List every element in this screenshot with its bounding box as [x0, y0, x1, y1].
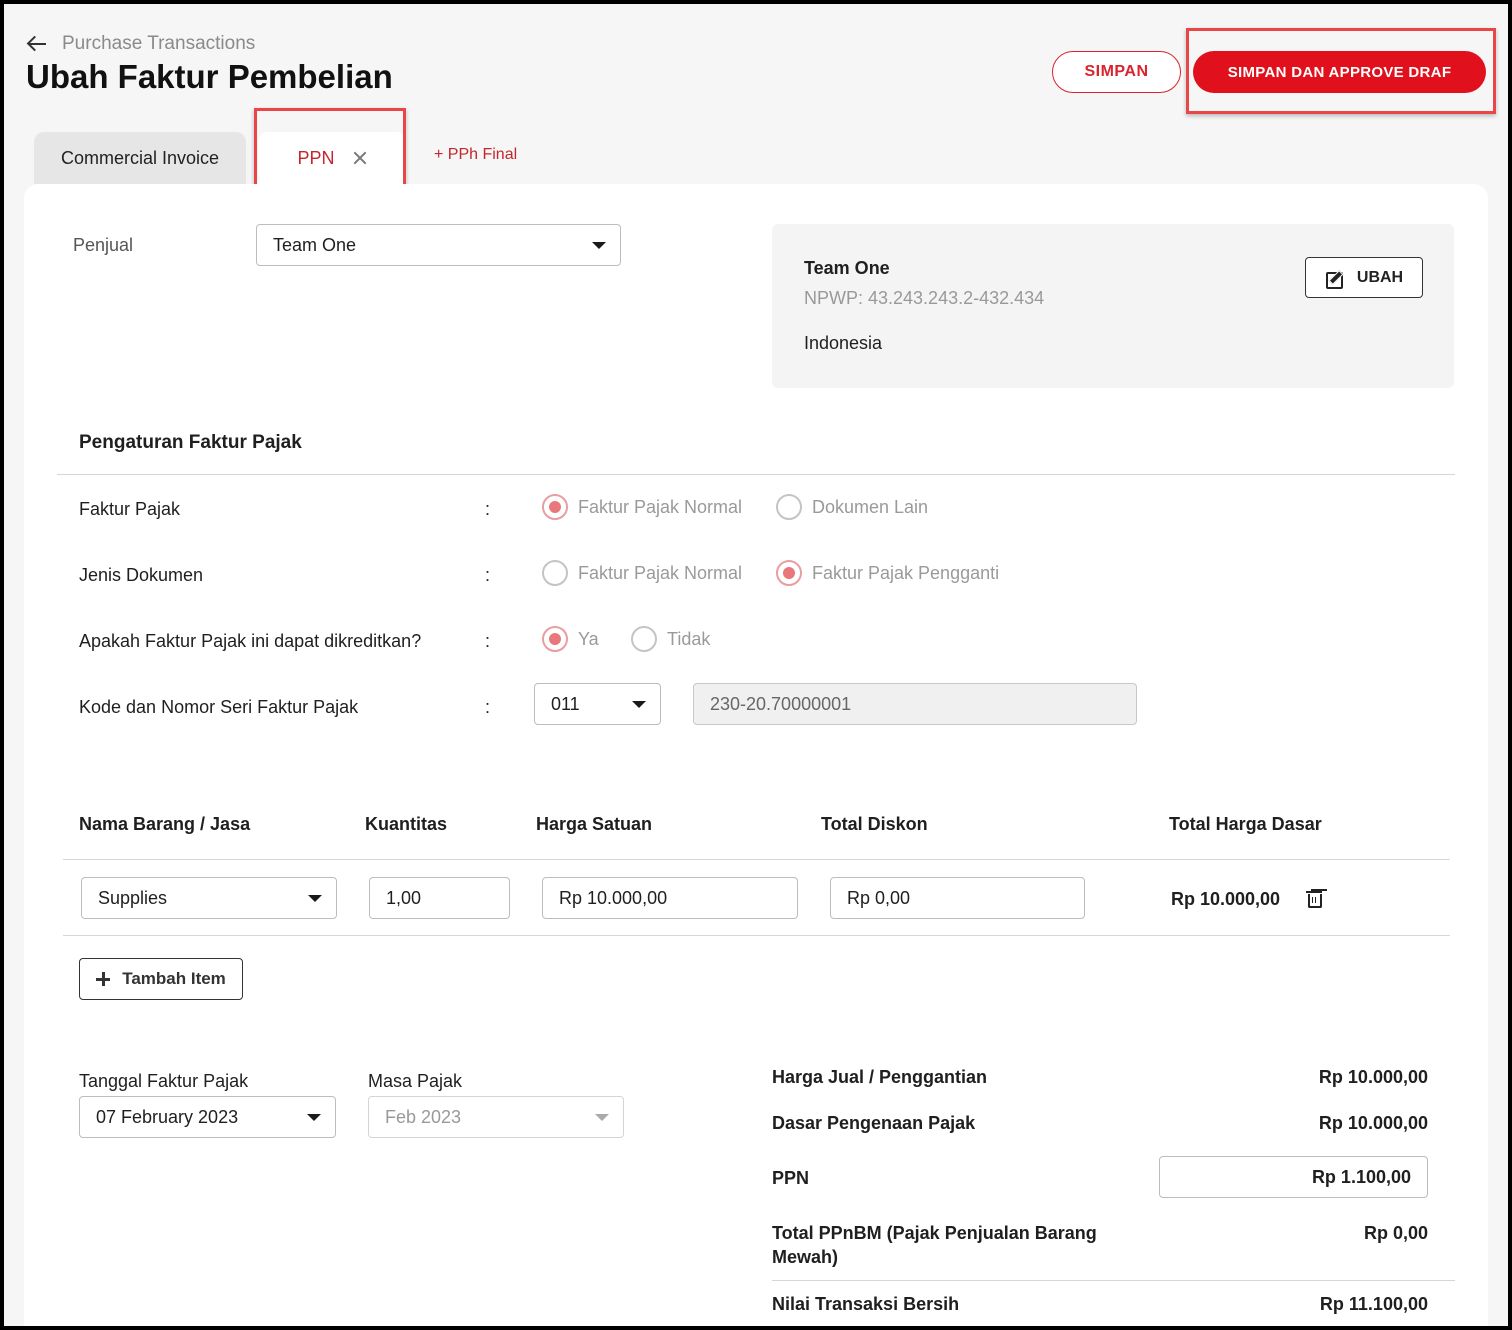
tab-commercial-invoice[interactable]: Commercial Invoice	[34, 132, 246, 184]
tanggal-select[interactable]: 07 February 2023	[79, 1096, 336, 1138]
harga-jual-value: Rp 10.000,00	[1318, 1067, 1428, 1087]
radio-label: Faktur Pajak Pengganti	[812, 562, 1000, 583]
discount-input[interactable]: Rp 0,00	[830, 877, 1085, 919]
harga-jual-label: Harga Jual / Penggantian	[772, 1067, 988, 1087]
dikreditkan-label: Apakah Faktur Pajak ini dapat dikreditka…	[79, 631, 422, 651]
radio-jenis-normal[interactable]: Faktur Pajak Normal	[542, 560, 742, 586]
unit-price-input[interactable]: Rp 10.000,00	[542, 877, 798, 919]
net-label: Nilai Transaksi Bersih	[772, 1294, 960, 1314]
faktur-pajak-label: Faktur Pajak	[79, 499, 181, 519]
section-divider	[57, 474, 1455, 475]
radio-jenis-pengganti[interactable]: Faktur Pajak Pengganti	[776, 560, 999, 586]
add-item-button[interactable]: Tambah Item	[79, 958, 243, 1000]
colon: :	[485, 499, 491, 519]
radio-unselected-icon	[631, 626, 657, 652]
add-item-label: Tambah Item	[122, 969, 226, 988]
seller-select-value: Team One	[273, 234, 357, 255]
radio-unselected-icon	[542, 560, 568, 586]
radio-label: Faktur Pajak Normal	[578, 496, 743, 517]
kode-select[interactable]: 011	[534, 683, 661, 725]
net-value: Rp 11.100,00	[1319, 1294, 1428, 1314]
column-header-unit-price: Harga Satuan	[536, 814, 653, 834]
column-header-total: Total Harga Dasar	[1169, 814, 1322, 834]
chevron-down-icon	[308, 895, 322, 902]
jenis-dokumen-label: Jenis Dokumen	[79, 565, 204, 585]
serial-number-field: 230-20.70000001	[693, 683, 1137, 725]
item-name-value: Supplies	[98, 887, 168, 908]
page-title: Ubah Faktur Pembelian	[26, 58, 393, 95]
masa-value: Feb 2023	[385, 1106, 462, 1127]
item-name-select[interactable]: Supplies	[81, 877, 337, 919]
kode-select-value: 011	[551, 693, 580, 714]
ppnbm-label-line-2: Mewah)	[772, 1247, 839, 1267]
radio-label: Faktur Pajak Normal	[578, 562, 743, 583]
trash-icon[interactable]	[1306, 890, 1322, 908]
ppnbm-value: Rp 0,00	[1363, 1223, 1428, 1243]
kode-nomor-label: Kode dan Nomor Seri Faktur Pajak	[79, 697, 359, 717]
radio-selected-icon	[542, 494, 568, 520]
radio-dokumen-lain[interactable]: Dokumen Lain	[776, 494, 928, 520]
tax-settings-title: Pengaturan Faktur Pajak	[79, 432, 302, 453]
radio-label: Dokumen Lain	[812, 496, 929, 517]
radio-unselected-icon	[776, 494, 802, 520]
colon: :	[485, 697, 491, 717]
ppn-label: PPN	[772, 1168, 810, 1188]
seller-name: Team One	[804, 258, 890, 278]
radio-label: Ya	[578, 628, 599, 649]
chevron-down-icon	[632, 701, 646, 708]
column-header-name: Nama Barang / Jasa	[79, 814, 251, 834]
save-approve-button[interactable]: SIMPAN DAN APPROVE DRAF	[1193, 51, 1486, 93]
colon: :	[485, 565, 491, 585]
table-row-divider	[63, 935, 1450, 936]
quantity-input[interactable]: 1,00	[369, 877, 510, 919]
app-window: Purchase Transactions Ubah Faktur Pembel…	[4, 4, 1508, 1326]
breadcrumb-link[interactable]: Purchase Transactions	[62, 33, 255, 55]
seller-select[interactable]: Team One	[256, 224, 621, 266]
radio-label: Tidak	[667, 628, 711, 649]
radio-selected-icon	[776, 560, 802, 586]
radio-selected-icon	[542, 626, 568, 652]
radio-tidak[interactable]: Tidak	[631, 626, 710, 652]
edit-seller-button[interactable]: UBAH	[1305, 257, 1423, 298]
tanggal-label: Tanggal Faktur Pajak	[79, 1071, 249, 1091]
edit-icon	[1325, 269, 1343, 289]
chevron-down-icon	[592, 242, 606, 249]
masa-select: Feb 2023	[368, 1096, 624, 1138]
edit-seller-label: UBAH	[1356, 268, 1404, 286]
ppnbm-label-line-1: Total PPnBM (Pajak Penjualan Barang	[772, 1223, 1097, 1243]
tab-add-pph-final[interactable]: + PPh Final	[434, 146, 517, 164]
plus-icon	[96, 972, 111, 986]
summary-divider	[772, 1280, 1455, 1281]
masa-label: Masa Pajak	[368, 1071, 463, 1091]
column-header-discount: Total Diskon	[821, 814, 928, 834]
radio-faktur-normal[interactable]: Faktur Pajak Normal	[542, 494, 742, 520]
tanggal-value: 07 February 2023	[96, 1106, 239, 1127]
row-total: Rp 10.000,00	[1171, 889, 1281, 909]
seller-npwp: NPWP: 43.243.243.2-432.434	[804, 288, 1045, 308]
column-header-quantity: Kuantitas	[365, 814, 448, 834]
radio-ya[interactable]: Ya	[542, 626, 599, 652]
table-header-divider	[63, 859, 1450, 860]
back-arrow-icon[interactable]	[26, 35, 48, 53]
ppn-input[interactable]: Rp 1.100,00	[1159, 1156, 1428, 1198]
breadcrumb: Purchase Transactions	[26, 30, 255, 58]
colon: :	[485, 631, 491, 651]
dpp-value: Rp 10.000,00	[1318, 1113, 1428, 1133]
chevron-down-icon	[307, 1114, 321, 1121]
chevron-down-icon	[595, 1114, 609, 1121]
dpp-label: Dasar Pengenaan Pajak	[772, 1113, 976, 1133]
seller-country: Indonesia	[804, 333, 883, 353]
save-button[interactable]: SIMPAN	[1052, 51, 1181, 93]
seller-label: Penjual	[73, 235, 134, 255]
